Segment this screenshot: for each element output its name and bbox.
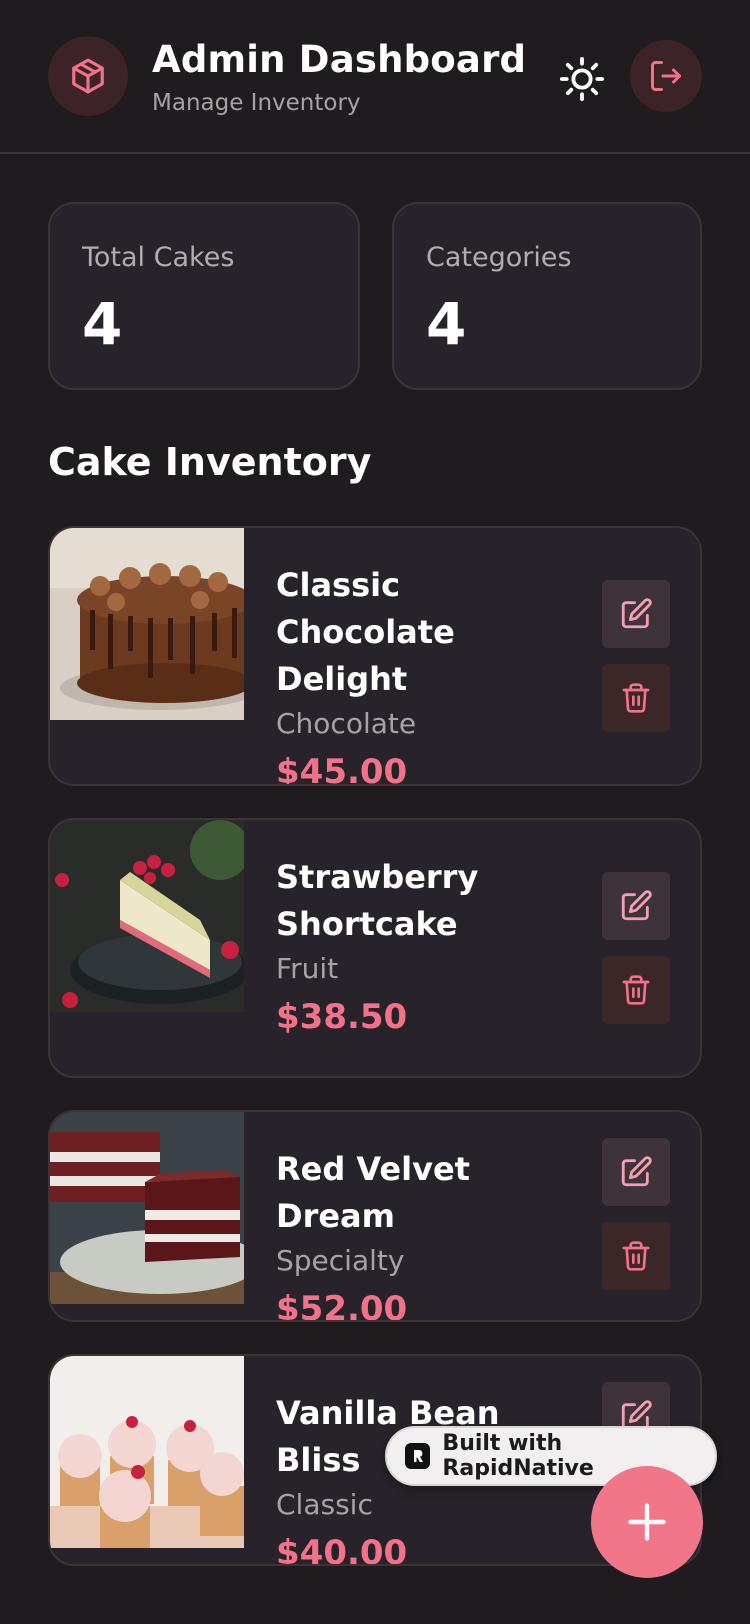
strawberry-cake-image bbox=[50, 820, 244, 1012]
logout-icon bbox=[651, 61, 681, 91]
cake-category: Specialty bbox=[276, 1244, 405, 1277]
cake-name: Classic Chocolate Delight bbox=[276, 566, 455, 698]
cake-category: Chocolate bbox=[276, 707, 417, 740]
edit-icon bbox=[621, 890, 652, 921]
rapidnative-logo-icon bbox=[405, 1443, 431, 1469]
logout-button[interactable] bbox=[630, 40, 702, 112]
edit-button[interactable] bbox=[602, 1138, 670, 1206]
add-cake-button[interactable] bbox=[591, 1466, 703, 1578]
stat-value: 4 bbox=[82, 290, 123, 358]
chocolate-cake-image bbox=[50, 528, 244, 720]
stat-total-cakes: Total Cakes 4 bbox=[48, 202, 360, 390]
cake-name: Strawberry Shortcake bbox=[276, 858, 479, 943]
package-icon bbox=[72, 58, 104, 94]
cake-info: Classic Chocolate Delight Chocolate $45.… bbox=[276, 562, 576, 786]
cake-price: $38.50 bbox=[276, 997, 408, 1037]
delete-button[interactable] bbox=[602, 956, 670, 1024]
delete-button[interactable] bbox=[602, 664, 670, 732]
stat-label: Categories bbox=[426, 242, 572, 273]
trash-icon bbox=[622, 975, 650, 1005]
edit-icon bbox=[621, 1156, 652, 1187]
stat-label: Total Cakes bbox=[82, 242, 235, 273]
cake-category: Classic bbox=[276, 1488, 373, 1521]
logo-badge bbox=[48, 36, 128, 116]
page-subtitle: Manage Inventory bbox=[152, 90, 361, 116]
cake-price: $45.00 bbox=[276, 752, 408, 786]
plus-icon bbox=[628, 1503, 666, 1541]
cake-info: Strawberry Shortcake Fruit $38.50 bbox=[276, 854, 576, 1044]
edit-button[interactable] bbox=[602, 580, 670, 648]
stat-value: 4 bbox=[426, 290, 467, 358]
cake-card[interactable]: Classic Chocolate Delight Chocolate $45.… bbox=[48, 526, 702, 786]
edit-button[interactable] bbox=[602, 872, 670, 940]
trash-icon bbox=[622, 1241, 650, 1271]
cake-card[interactable]: Red Velvet Dream Specialty $52.00 bbox=[48, 1110, 702, 1322]
red-velvet-cake-image bbox=[50, 1112, 244, 1304]
edit-icon bbox=[621, 598, 652, 629]
cake-category: Fruit bbox=[276, 952, 339, 985]
cake-card[interactable]: Strawberry Shortcake Fruit $38.50 bbox=[48, 818, 702, 1078]
header: Admin Dashboard Manage Inventory bbox=[0, 0, 750, 154]
cake-price: $40.00 bbox=[276, 1533, 408, 1566]
theme-toggle-button[interactable] bbox=[555, 52, 609, 106]
vanilla-cupcakes-image bbox=[50, 1356, 244, 1548]
sun-icon bbox=[559, 56, 605, 102]
section-title: Cake Inventory bbox=[48, 440, 372, 484]
stat-categories: Categories 4 bbox=[392, 202, 702, 390]
page-title: Admin Dashboard bbox=[152, 38, 527, 81]
cake-info: Red Velvet Dream Specialty $52.00 bbox=[276, 1146, 576, 1322]
trash-icon bbox=[622, 683, 650, 713]
cake-price: $52.00 bbox=[276, 1289, 408, 1322]
delete-button[interactable] bbox=[602, 1222, 670, 1290]
cake-name: Red Velvet Dream bbox=[276, 1150, 470, 1235]
